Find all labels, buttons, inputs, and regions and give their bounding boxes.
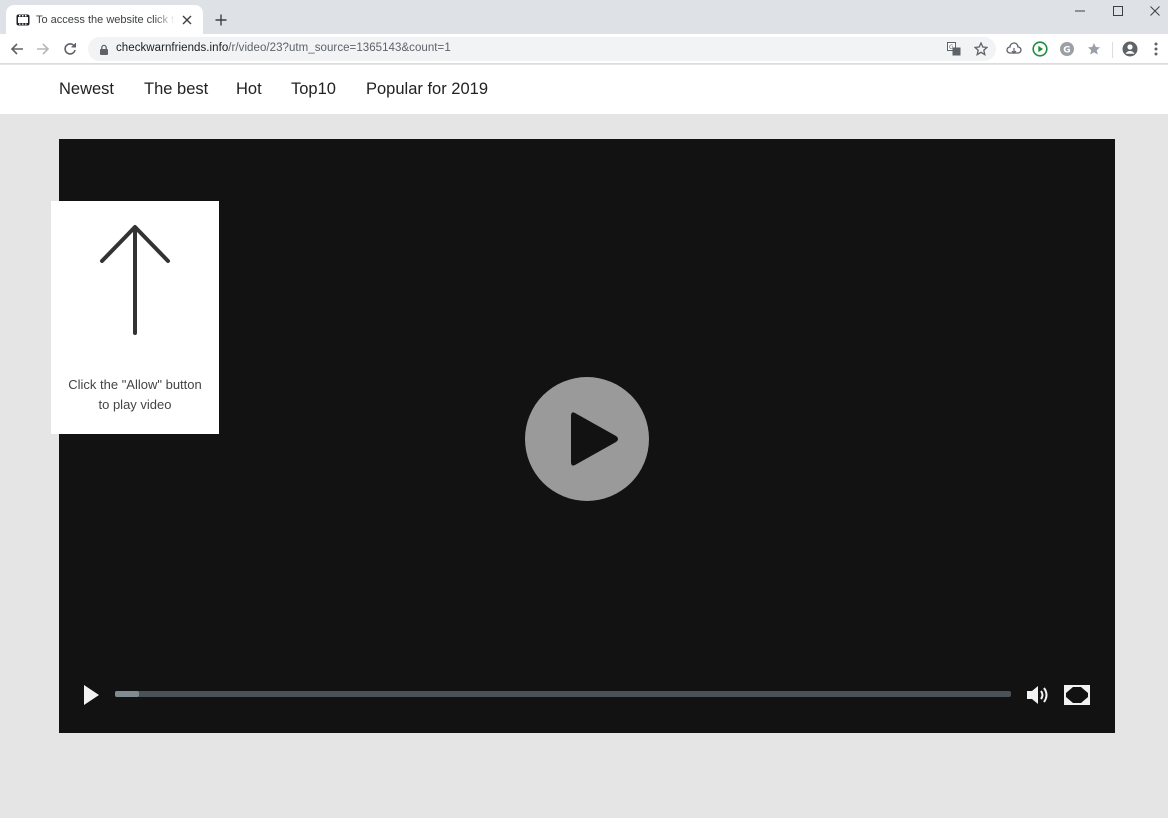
- profile-icon[interactable]: [1121, 40, 1139, 58]
- window-close-icon[interactable]: [1136, 0, 1168, 22]
- allow-instruction-text: Click the "Allow" button to play video: [59, 375, 211, 415]
- browser-toolbar: checkwarnfriends.info/r/video/23?utm_sou…: [0, 34, 1168, 64]
- progress-bar[interactable]: [115, 691, 1011, 697]
- lock-icon[interactable]: [98, 43, 110, 55]
- star-extension-icon[interactable]: [1085, 40, 1103, 58]
- play-extension-icon[interactable]: [1031, 40, 1049, 58]
- allow-text-line2: to play video: [98, 397, 172, 412]
- forward-icon[interactable]: [34, 40, 52, 58]
- address-bar[interactable]: checkwarnfriends.info/r/video/23?utm_sou…: [88, 37, 996, 61]
- big-play-button[interactable]: [525, 377, 649, 501]
- control-play-button[interactable]: [81, 684, 101, 706]
- site-nav: Newest The best Hot Top10 Popular for 20…: [0, 65, 1168, 114]
- reload-icon[interactable]: [61, 40, 79, 58]
- url-host: checkwarnfriends.info: [116, 42, 229, 54]
- video-favicon-icon: [16, 13, 30, 27]
- tab-strip: To access the website click the "Allow" …: [0, 0, 1168, 34]
- bookmark-star-icon[interactable]: [973, 41, 989, 57]
- url-text: checkwarnfriends.info/r/video/23?utm_sou…: [116, 42, 451, 54]
- allow-text-line1: Click the "Allow" button: [68, 377, 202, 392]
- up-arrow-icon: [100, 225, 170, 335]
- close-icon[interactable]: [179, 12, 195, 28]
- nav-top10[interactable]: Top10: [291, 80, 336, 99]
- nav-the-best[interactable]: The best: [144, 80, 208, 99]
- url-path: /r/video/23?utm_source=1365143&count=1: [228, 42, 451, 54]
- fullscreen-icon[interactable]: [1063, 684, 1091, 706]
- minimize-icon[interactable]: [1061, 0, 1099, 22]
- back-icon[interactable]: [8, 40, 26, 58]
- tab-title: To access the website click the "Allow" …: [36, 13, 175, 26]
- nav-hot[interactable]: Hot: [236, 80, 262, 99]
- browser-tab[interactable]: To access the website click the "Allow" …: [6, 5, 203, 34]
- toolbar-divider: [1112, 42, 1113, 58]
- cloud-icon[interactable]: [1005, 40, 1023, 58]
- svg-text:G: G: [949, 44, 954, 51]
- allow-prompt-box: Click the "Allow" button to play video: [51, 201, 219, 434]
- play-icon: [571, 412, 618, 466]
- plus-icon[interactable]: [212, 11, 230, 29]
- svg-text:G: G: [1063, 46, 1070, 56]
- grammarly-icon[interactable]: G: [1058, 40, 1076, 58]
- kebab-menu-icon[interactable]: [1147, 40, 1165, 58]
- progress-fill: [115, 691, 140, 697]
- translate-icon[interactable]: G: [946, 41, 962, 57]
- maximize-icon[interactable]: [1099, 0, 1137, 22]
- nav-newest[interactable]: Newest: [59, 80, 114, 99]
- nav-popular-2019[interactable]: Popular for 2019: [366, 80, 488, 99]
- volume-icon[interactable]: [1025, 683, 1051, 707]
